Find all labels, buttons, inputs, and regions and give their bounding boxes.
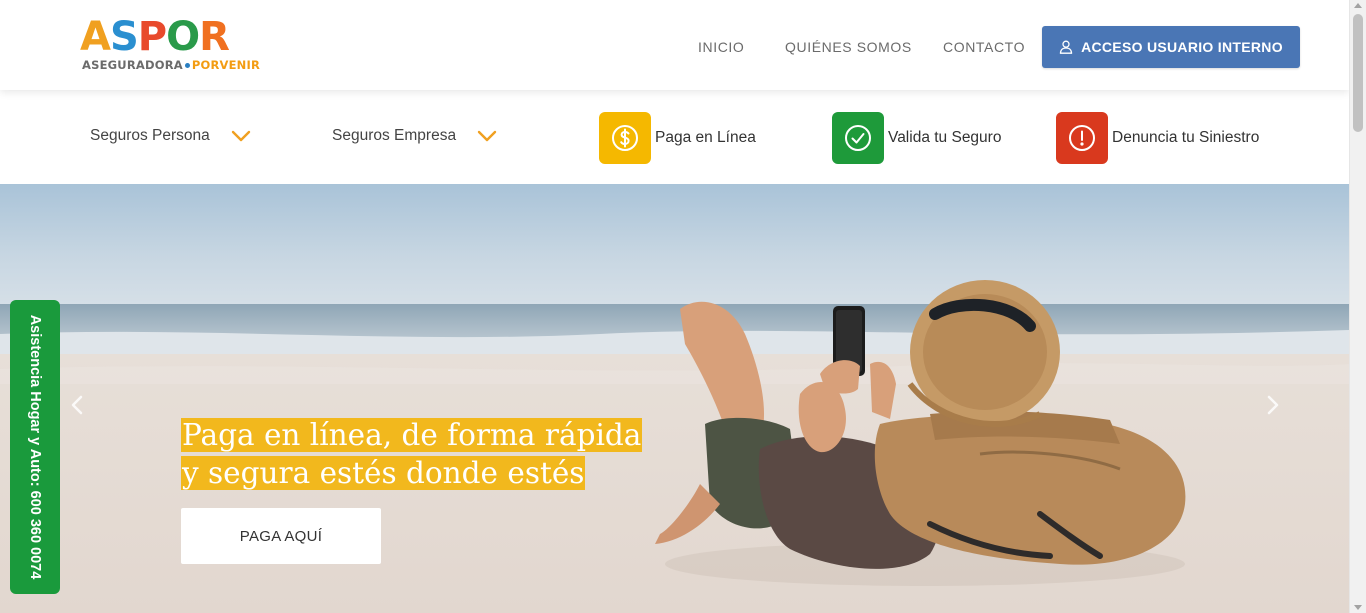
asistencia-side-tab[interactable]: Asistencia Hogar y Auto: 600 360 0074 xyxy=(10,300,60,594)
page: A S P O R ASEGURADORA PORVENIR INICIO QUI… xyxy=(0,0,1366,613)
quick-link-label: Valida tu Seguro xyxy=(888,129,1002,146)
logo-subtitle: ASEGURADORA PORVENIR xyxy=(82,58,260,72)
nav-quienes-somos[interactable]: QUIÉNES SOMOS xyxy=(785,39,912,55)
top-header: A S P O R ASEGURADORA PORVENIR INICIO QUI… xyxy=(0,0,1349,90)
secondary-nav: Seguros Persona Seguros Empresa Paga en … xyxy=(0,90,1349,184)
acceso-label: ACCESO USUARIO INTERNO xyxy=(1081,39,1283,55)
acceso-usuario-interno-button[interactable]: ACCESO USUARIO INTERNO xyxy=(1042,26,1300,68)
logo-letter: O xyxy=(166,14,200,60)
hero-headline-line1: Paga en línea, de forma rápida xyxy=(181,418,643,452)
check-icon xyxy=(832,112,884,164)
quick-link-label: Denuncia tu Siniestro xyxy=(1112,129,1260,146)
quick-link-label: Paga en Línea xyxy=(655,129,756,146)
logo-sub-right: PORVENIR xyxy=(191,58,261,72)
dollar-icon xyxy=(599,112,651,164)
quick-link-valida-tu-seguro[interactable]: Valida tu Seguro xyxy=(832,112,1001,164)
chevron-down-icon xyxy=(231,130,250,142)
logo-letter: P xyxy=(137,14,167,60)
paga-aqui-button[interactable]: PAGA AQUÍ xyxy=(181,508,381,564)
chevron-down-icon xyxy=(477,130,497,142)
logo-letter: S xyxy=(109,14,139,60)
aspor-logo[interactable]: A S P O R ASEGURADORA PORVENIR xyxy=(80,14,312,74)
logo-dot-icon xyxy=(184,63,190,68)
carousel-next-icon[interactable] xyxy=(1266,394,1280,416)
scroll-up-icon[interactable] xyxy=(1354,3,1362,8)
quick-link-denuncia-tu-siniestro[interactable]: Denuncia tu Siniestro xyxy=(1056,112,1259,164)
dropdown-seguros-empresa[interactable]: Seguros Empresa xyxy=(332,127,498,145)
asistencia-label: Asistencia Hogar y Auto: 600 360 0074 xyxy=(27,314,43,580)
logo-sub-left: ASEGURADORA xyxy=(82,58,183,72)
dropdown-label: Seguros Persona xyxy=(90,127,210,144)
dropdown-seguros-persona[interactable]: Seguros Persona xyxy=(90,127,252,145)
hero-headline-line2: y segura estés donde estés xyxy=(181,456,586,490)
page-scrollbar[interactable] xyxy=(1349,0,1366,613)
scroll-thumb[interactable] xyxy=(1353,14,1363,132)
nav-inicio[interactable]: INICIO xyxy=(698,39,744,55)
dropdown-label: Seguros Empresa xyxy=(332,127,457,144)
scroll-down-icon[interactable] xyxy=(1354,605,1362,610)
quick-link-paga-en-linea[interactable]: Paga en Línea xyxy=(599,112,756,164)
alert-icon xyxy=(1056,112,1108,164)
nav-contacto[interactable]: CONTACTO xyxy=(943,39,1025,55)
hero-headline: Paga en línea, de forma rápida y segura … xyxy=(181,416,643,492)
logo-letter: A xyxy=(80,14,111,60)
logo-letter: R xyxy=(199,14,230,60)
carousel-prev-icon[interactable] xyxy=(70,394,84,416)
hero-carousel: Paga en línea, de forma rápida y segura … xyxy=(0,184,1349,613)
logo-wordmark: A S P O R xyxy=(80,14,230,60)
user-icon xyxy=(1059,40,1073,54)
